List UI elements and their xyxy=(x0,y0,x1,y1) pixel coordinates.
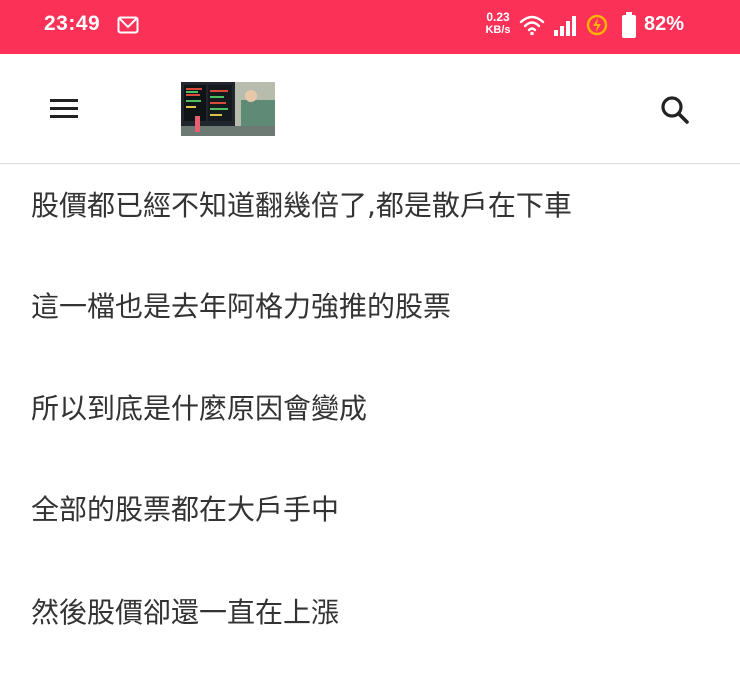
battery-saver-icon xyxy=(586,14,608,36)
network-speed-unit: KB/s xyxy=(485,24,511,36)
search-icon[interactable] xyxy=(655,90,695,130)
mail-icon xyxy=(117,16,139,34)
article-line: 所以到底是什麼原因會變成 xyxy=(31,392,368,425)
article-line: 這一檔也是去年阿格力強推的股票 xyxy=(31,290,452,323)
network-speed: 0.23 KB/s xyxy=(480,11,516,37)
wifi-icon xyxy=(519,15,545,36)
site-logo[interactable] xyxy=(181,82,275,136)
battery-icon xyxy=(622,12,636,38)
app-bar xyxy=(0,54,740,164)
signal-icon xyxy=(554,16,576,36)
battery-percent: 82% xyxy=(644,13,685,35)
article-line: 股價都已經不知道翻幾倍了,都是散戶在下車 xyxy=(31,189,572,222)
menu-icon[interactable] xyxy=(46,94,82,124)
site-logo-image xyxy=(181,82,275,136)
article-line: 全部的股票都在大戶手中 xyxy=(31,493,340,526)
article-line: 然後股價卻還一直在上漲 xyxy=(31,596,340,629)
status-bar: 23:49 0.23 KB/s 82% xyxy=(0,0,740,54)
status-time: 23:49 xyxy=(44,12,101,35)
network-speed-value: 0.23 xyxy=(486,10,510,24)
